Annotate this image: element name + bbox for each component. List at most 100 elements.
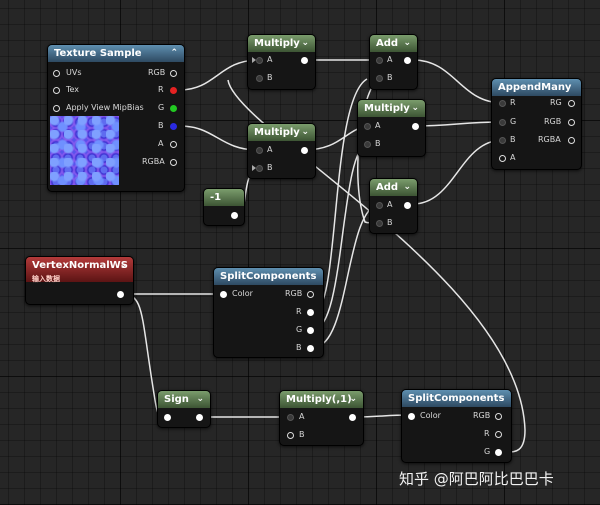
output-pin-g[interactable] [170, 105, 177, 112]
output-pin-rgb[interactable] [495, 413, 502, 420]
output-pin[interactable] [349, 414, 356, 421]
output-pin-rgba[interactable] [568, 137, 575, 144]
pin-label: RGBA [142, 157, 165, 166]
output-pin-a[interactable] [170, 141, 177, 148]
output-pin-g[interactable] [307, 327, 314, 334]
chevron-down-icon[interactable]: ⌄ [403, 179, 411, 196]
input-pin-a[interactable] [376, 57, 383, 64]
input-pin[interactable] [164, 414, 171, 421]
vertex-normal-node[interactable]: VertexNormalWS ⌄ 输入数据 [25, 256, 134, 305]
output-pin-b[interactable] [170, 123, 177, 130]
chevron-up-icon[interactable]: ⌃ [170, 45, 178, 62]
chevron-down-icon[interactable]: ⌄ [403, 35, 411, 52]
input-pin-b[interactable] [256, 75, 263, 82]
node-header[interactable]: AppendMany [492, 79, 581, 96]
output-pin-r[interactable] [307, 309, 314, 316]
node-header[interactable]: Add ⌄ [370, 35, 417, 52]
multiply-node-right[interactable]: Multiply ⌄ A B [357, 99, 426, 157]
chevron-down-icon[interactable]: ⌄ [301, 35, 309, 52]
texture-sample-node[interactable]: Texture Sample ⌃ UVs Tex Apply View MipBi… [47, 44, 185, 192]
multiply-node-mid[interactable]: Multiply ⌄ A B [247, 123, 316, 179]
input-pin-b[interactable] [376, 220, 383, 227]
chevron-down-icon[interactable]: ⌄ [411, 100, 419, 117]
input-pin-uvs[interactable] [53, 70, 60, 77]
input-pin-a[interactable] [376, 202, 383, 209]
output-pin[interactable] [301, 147, 308, 154]
output-pin-b[interactable] [307, 345, 314, 352]
input-pin-g[interactable] [499, 119, 506, 126]
node-title: Add [376, 182, 399, 193]
input-pin-a[interactable] [287, 414, 294, 421]
pin-label: B [296, 343, 302, 352]
multiply-node-top[interactable]: Multiply ⌄ A B [247, 34, 316, 90]
output-pin[interactable] [404, 57, 411, 64]
chevron-down-icon[interactable]: ⌄ [301, 124, 309, 141]
output-pin[interactable] [196, 414, 203, 421]
texture-preview-image [50, 116, 119, 185]
constant-node[interactable]: -1 [203, 188, 245, 226]
node-header[interactable]: Multiply ⌄ [248, 35, 315, 52]
input-pin-tex[interactable] [53, 87, 60, 94]
add-node-top[interactable]: Add ⌄ A B [369, 34, 418, 90]
pin-label: RG [550, 98, 562, 107]
pin-label: G [296, 325, 303, 334]
pin-label: B [267, 73, 273, 82]
split-components-node-bottom[interactable]: SplitComponents Color RGB R G [401, 389, 512, 463]
output-pin-r[interactable] [495, 431, 502, 438]
input-pin-b[interactable] [499, 137, 506, 144]
pin-label: B [158, 121, 164, 130]
input-pin-b[interactable] [287, 432, 294, 439]
pin-label: B [299, 430, 305, 439]
node-header[interactable]: Sign ⌄ [158, 391, 210, 408]
node-header[interactable]: Multiply ⌄ [248, 124, 315, 141]
output-pin-rgb[interactable] [568, 119, 575, 126]
split-components-node-top[interactable]: SplitComponents Color RGB R G B [213, 267, 324, 358]
output-pin[interactable] [404, 202, 411, 209]
sign-node[interactable]: Sign ⌄ [157, 390, 211, 428]
output-pin[interactable] [117, 291, 124, 298]
input-pin-a[interactable] [256, 147, 263, 154]
output-pin-rg[interactable] [568, 100, 575, 107]
pin-label: RGB [148, 68, 166, 77]
output-pin[interactable] [231, 212, 238, 219]
input-pin-b[interactable] [256, 165, 263, 172]
pin-label: B [387, 73, 393, 82]
add-node-mid[interactable]: Add ⌄ A B [369, 178, 418, 234]
pin-label: R [484, 429, 490, 438]
pin-label: Apply View MipBias [66, 103, 144, 112]
pin-label: G [510, 117, 517, 126]
node-header[interactable]: SplitComponents [402, 390, 511, 407]
input-pin-a[interactable] [364, 123, 371, 130]
node-header[interactable]: SplitComponents [214, 268, 323, 285]
input-pin-color[interactable] [220, 291, 227, 298]
append-many-node[interactable]: AppendMany R G B A RG RGB RGBA [491, 78, 582, 170]
output-pin-rgb[interactable] [307, 291, 314, 298]
node-header[interactable]: Multiply ⌄ [358, 100, 425, 117]
node-header[interactable]: Add ⌄ [370, 179, 417, 196]
chevron-down-icon[interactable]: ⌄ [119, 257, 127, 274]
input-pin-color[interactable] [408, 413, 415, 420]
output-pin[interactable] [412, 123, 419, 130]
chevron-down-icon[interactable]: ⌄ [196, 391, 204, 408]
output-pin-rgba[interactable] [170, 159, 177, 166]
node-header[interactable]: -1 [204, 189, 244, 206]
node-header[interactable]: Multiply(,1) ⌄ [280, 391, 363, 408]
node-header[interactable]: Texture Sample ⌃ [48, 45, 184, 62]
input-pin-a[interactable] [256, 57, 263, 64]
output-pin-g[interactable] [495, 449, 502, 456]
input-pin-r[interactable] [499, 100, 506, 107]
input-pin-b[interactable] [364, 141, 371, 148]
wire [412, 59, 504, 104]
input-pin-b[interactable] [376, 75, 383, 82]
node-header[interactable]: VertexNormalWS ⌄ 输入数据 [26, 257, 133, 283]
output-pin-rgb[interactable] [170, 70, 177, 77]
input-pin-a[interactable] [499, 155, 506, 162]
chevron-down-icon[interactable]: ⌄ [349, 391, 357, 408]
node-title: Multiply(,1) [286, 394, 352, 405]
pin-label: R [296, 307, 302, 316]
input-pin-mipbias[interactable] [53, 105, 60, 112]
multiply-const-node[interactable]: Multiply(,1) ⌄ A B [279, 390, 364, 446]
output-pin[interactable] [301, 57, 308, 64]
node-title: Multiply [364, 103, 410, 114]
output-pin-r[interactable] [170, 87, 177, 94]
